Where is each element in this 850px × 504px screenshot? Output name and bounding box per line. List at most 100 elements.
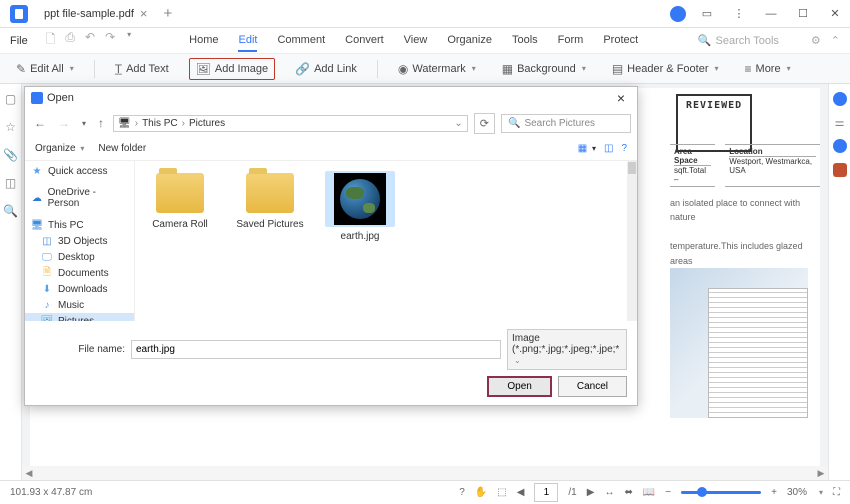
filetype-select[interactable]: Image (*.png;*.jpg;*.jpeg;*.jpe;* ⌄ <box>507 329 627 370</box>
maximize-button[interactable]: ☐ <box>792 3 814 25</box>
attachments-icon[interactable]: 📎 <box>3 148 18 162</box>
new-folder-button[interactable]: New folder <box>98 143 146 154</box>
zoom-in-icon[interactable]: + <box>771 487 777 498</box>
file-item-earth[interactable]: earth.jpg <box>325 171 395 242</box>
prev-page-icon[interactable]: ◀ <box>517 487 525 498</box>
qat-chevron-icon[interactable]: ▾ <box>127 30 131 51</box>
sidebar-item-onedrive[interactable]: ☁OneDrive - Person <box>25 185 134 211</box>
fullscreen-icon[interactable]: ⛶ <box>833 487 840 498</box>
open-button[interactable]: Open <box>487 376 551 397</box>
dialog-title: Open <box>47 92 74 104</box>
sidebar-item-downloads[interactable]: ⬇Downloads <box>25 281 134 297</box>
tab-view[interactable]: View <box>404 30 428 52</box>
scroll-up-button[interactable] <box>628 162 636 174</box>
tab-home[interactable]: Home <box>189 30 218 52</box>
scroll-left-icon[interactable]: ◀ <box>22 468 36 479</box>
more-button[interactable]: ≡ More ▾ <box>739 59 797 79</box>
filename-input[interactable] <box>131 340 501 359</box>
page-number-input[interactable] <box>534 483 558 502</box>
header-footer-button[interactable]: ▤ Header & Footer ▾ <box>606 59 725 79</box>
add-image-button[interactable]: 🖼 Add Image <box>189 58 275 80</box>
tab-protect[interactable]: Protect <box>603 30 638 52</box>
tab-edit[interactable]: Edit <box>238 30 257 52</box>
reading-mode-icon[interactable]: 📖 <box>643 487 655 498</box>
nav-up-icon[interactable]: ↑ <box>95 114 107 132</box>
tab-organize[interactable]: Organize <box>447 30 492 52</box>
pc-icon: 🖥 <box>118 118 131 129</box>
file-list[interactable]: Camera Roll Saved Pictures earth.jpg <box>135 161 637 321</box>
collapse-ribbon-icon[interactable]: ⌃ <box>831 34 840 47</box>
zoom-slider[interactable] <box>681 491 761 494</box>
document-tab[interactable]: ppt file-sample.pdf × <box>34 2 157 25</box>
view-mode-button[interactable]: ▦ ▾ <box>578 143 596 154</box>
sidebar-item-3d-objects[interactable]: ◫3D Objects <box>25 233 134 249</box>
hand-tool-icon[interactable]: ✋ <box>475 487 487 498</box>
close-window-button[interactable]: ✕ <box>824 3 846 25</box>
organize-button[interactable]: Organize ▾ <box>35 143 84 154</box>
breadcrumb-item[interactable]: This PC <box>142 118 178 129</box>
bookmark-panel-icon[interactable]: ☆ <box>5 120 16 134</box>
zoom-out-icon[interactable]: − <box>665 487 671 498</box>
file-item-folder[interactable]: Saved Pictures <box>235 171 305 242</box>
office-icon[interactable] <box>833 163 847 177</box>
nav-back-icon[interactable]: ← <box>31 114 49 132</box>
file-item-folder[interactable]: Camera Roll <box>145 171 215 242</box>
scroll-right-icon[interactable]: ▶ <box>814 468 828 479</box>
select-tool-icon[interactable]: ⬚ <box>497 487 506 498</box>
chevron-down-icon[interactable]: ▾ <box>819 488 823 497</box>
redo-icon[interactable]: ↷ <box>105 30 115 51</box>
fit-width-icon[interactable]: ↔ <box>604 487 614 498</box>
undo-icon[interactable]: ↶ <box>85 30 95 51</box>
nav-forward-icon[interactable]: → <box>55 114 73 132</box>
fit-page-icon[interactable]: ⬌ <box>624 487 632 498</box>
help-button[interactable]: ? <box>621 143 627 154</box>
save-icon[interactable]: 🗋 <box>46 30 56 51</box>
add-text-button[interactable]: T̲ Add Text <box>109 59 175 79</box>
cancel-button[interactable]: Cancel <box>558 376 627 397</box>
breadcrumb[interactable]: 🖥 › This PC › Pictures ⌄ <box>113 115 468 132</box>
horizontal-scrollbar[interactable]: ◀ ▶ <box>22 466 828 480</box>
tab-convert[interactable]: Convert <box>345 30 384 52</box>
search-input[interactable]: 🔍 Search Pictures <box>501 114 631 133</box>
watermark-button[interactable]: ◉ Watermark ▾ <box>392 59 482 79</box>
zoom-level[interactable]: 30% <box>787 487 807 498</box>
layers-icon[interactable]: ◫ <box>5 176 16 190</box>
tab-comment[interactable]: Comment <box>277 30 325 52</box>
search-tools[interactable]: 🔍 Search Tools <box>698 34 779 47</box>
sidebar-item-this-pc[interactable]: 🖥This PC <box>25 217 134 233</box>
vertical-scrollbar[interactable] <box>627 161 637 321</box>
thumbnail-panel-icon[interactable]: ▢ <box>5 92 16 106</box>
tab-tools[interactable]: Tools <box>512 30 538 52</box>
print-icon[interactable]: ⎙ <box>65 30 75 51</box>
add-tab-button[interactable]: + <box>163 5 172 22</box>
user-avatar[interactable] <box>670 6 686 22</box>
sidebar-item-music[interactable]: ♪Music <box>25 297 134 313</box>
sidebar-item-documents[interactable]: 🗎Documents <box>25 265 134 281</box>
next-page-icon[interactable]: ▶ <box>587 487 595 498</box>
minimize-button[interactable]: — <box>760 3 782 25</box>
breadcrumb-dropdown-icon[interactable]: ⌄ <box>454 118 462 129</box>
search-icon: 🔍 <box>698 34 712 47</box>
close-tab-icon[interactable]: × <box>140 6 148 21</box>
tab-form[interactable]: Form <box>558 30 584 52</box>
file-menu[interactable]: File <box>10 35 28 47</box>
word-export-icon[interactable] <box>833 92 847 106</box>
settings-icon[interactable]: ⚙ <box>811 34 821 47</box>
refresh-button[interactable]: ⟳ <box>474 113 495 134</box>
sliders-icon[interactable]: ⚌ <box>835 116 845 129</box>
add-link-button[interactable]: 🔗 Add Link <box>289 59 363 79</box>
preview-pane-button[interactable]: ◫ <box>604 143 613 154</box>
window-menu-icon[interactable]: ▭ <box>696 3 718 25</box>
dialog-close-button[interactable]: × <box>611 90 631 106</box>
ai-icon[interactable] <box>833 139 847 153</box>
kebab-icon[interactable]: ⋮ <box>728 3 750 25</box>
sidebar-item-quick-access[interactable]: ★Quick access <box>25 163 134 179</box>
search-panel-icon[interactable]: 🔍 <box>3 204 18 218</box>
edit-all-button[interactable]: ✎ Edit All ▾ <box>10 59 80 79</box>
nav-history-icon[interactable]: ▾ <box>79 117 89 130</box>
background-button[interactable]: ▦ Background ▾ <box>496 59 592 79</box>
help-icon[interactable]: ? <box>459 487 465 498</box>
breadcrumb-item[interactable]: Pictures <box>189 118 225 129</box>
sidebar-item-pictures[interactable]: 🖼Pictures <box>25 313 134 321</box>
sidebar-item-desktop[interactable]: 🖵Desktop <box>25 249 134 265</box>
